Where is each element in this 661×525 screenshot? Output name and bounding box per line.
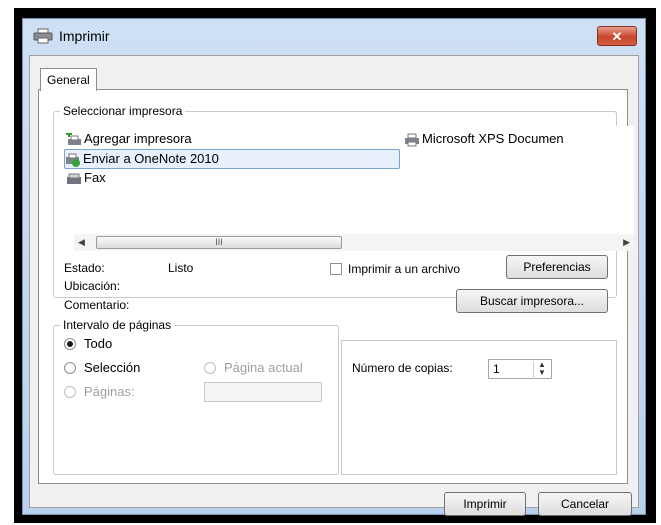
print-to-file-checkbox[interactable] — [330, 263, 342, 275]
printer-icon — [405, 133, 419, 147]
spinner-arrows[interactable]: ▲ ▼ — [533, 361, 550, 379]
fax-icon — [67, 173, 81, 184]
radio-selection[interactable] — [64, 362, 76, 374]
find-printer-button[interactable]: Buscar impresora... — [456, 289, 608, 313]
printer-icon — [33, 28, 53, 44]
cancel-button[interactable]: Cancelar — [538, 492, 632, 516]
comment-label: Comentario: — [64, 298, 130, 312]
scroll-left-icon[interactable]: ◀ — [78, 237, 85, 248]
select-printer-group: Seleccionar impresora Agregar impresora … — [53, 104, 634, 313]
list-item-onenote-printer[interactable]: Enviar a OneNote 2010 — [64, 149, 400, 169]
radio-pages[interactable] — [64, 386, 76, 398]
radio-current-page[interactable] — [204, 362, 216, 374]
printer-name: Fax — [84, 170, 106, 185]
location-label: Ubicación: — [64, 279, 121, 293]
onenote-printer-icon — [66, 153, 80, 167]
radio-pages-label: Páginas: — [84, 384, 135, 399]
title-bar: Imprimir ✕ — [23, 19, 645, 53]
tab-panel-general: Seleccionar impresora Agregar impresora … — [38, 89, 634, 484]
close-icon: ✕ — [611, 29, 623, 44]
tab-general[interactable]: General — [40, 68, 97, 91]
list-item-add-printer[interactable]: Agregar impresora — [66, 130, 192, 148]
pages-input[interactable] — [204, 382, 322, 402]
window-title: Imprimir — [59, 28, 110, 44]
radio-current-page-label: Página actual — [224, 360, 303, 375]
dialog-client-area: General Seleccionar impresora Agregar im… — [29, 55, 639, 516]
print-to-file-label: Imprimir a un archivo — [348, 262, 461, 276]
preferences-button[interactable]: Preferencias — [506, 255, 608, 279]
print-dialog: Imprimir ✕ General Seleccionar impresora… — [22, 18, 646, 516]
print-button[interactable]: Imprimir — [444, 492, 526, 516]
select-printer-legend: Seleccionar impresora — [63, 104, 183, 118]
spin-down-icon[interactable]: ▼ — [534, 369, 550, 377]
list-item-xps-printer[interactable]: Microsoft XPS Documen — [404, 130, 564, 148]
page-range-group: Intervalo de páginas Todo Selección Pági… — [53, 318, 339, 475]
printer-name: Enviar a OneNote 2010 — [83, 151, 219, 166]
printer-name: Agregar impresora — [84, 131, 192, 146]
list-item-fax[interactable]: Fax — [66, 169, 106, 187]
radio-all[interactable] — [64, 338, 76, 350]
close-button[interactable]: ✕ — [597, 26, 637, 46]
copies-label: Número de copias: — [352, 361, 453, 375]
status-value: Listo — [168, 261, 194, 275]
copies-group: Número de copias: 1 ▲ ▼ — [341, 340, 617, 475]
horizontal-scrollbar[interactable]: ◀ III ▶ — [74, 234, 634, 251]
radio-selection-label: Selección — [84, 360, 141, 375]
add-printer-icon — [66, 132, 81, 145]
copies-value: 1 — [493, 362, 500, 376]
page-range-legend: Intervalo de páginas — [63, 318, 172, 332]
scroll-thumb[interactable]: III — [96, 236, 342, 249]
printer-name: Microsoft XPS Documen — [422, 131, 564, 146]
copies-stepper[interactable]: 1 ▲ ▼ — [488, 359, 552, 379]
scroll-right-icon[interactable]: ▶ — [623, 237, 630, 248]
status-label: Estado: — [64, 261, 105, 275]
radio-all-label: Todo — [84, 336, 113, 351]
printer-list[interactable]: Agregar impresora Microsoft XPS Documen … — [64, 126, 634, 251]
